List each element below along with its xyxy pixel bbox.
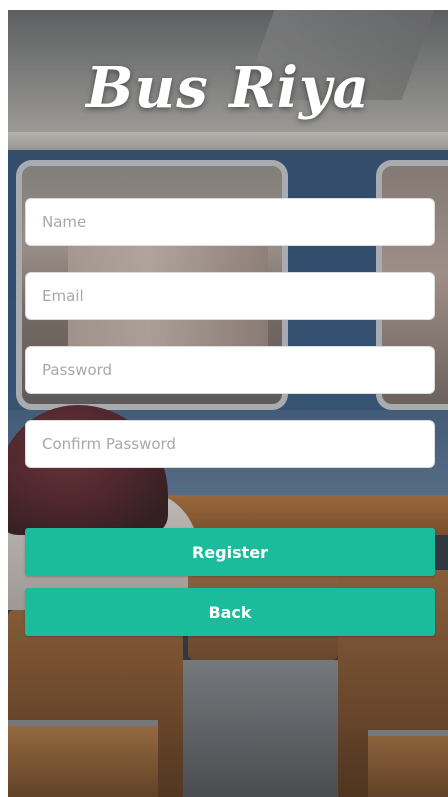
background-aisle	[178, 660, 348, 797]
password-input[interactable]	[25, 346, 435, 394]
background-seat-front-left	[8, 720, 158, 797]
back-button[interactable]: Back	[25, 588, 435, 636]
register-screen: Bus Riya Register Back	[8, 10, 448, 797]
register-button[interactable]: Register	[25, 528, 435, 576]
app-title: Bus Riya	[86, 55, 370, 121]
confirm-password-input[interactable]	[25, 420, 435, 468]
register-form	[25, 198, 435, 494]
background-seat-left	[8, 610, 183, 797]
background-seat-front-right	[368, 730, 448, 797]
name-input[interactable]	[25, 198, 435, 246]
email-input[interactable]	[25, 272, 435, 320]
background-ceiling-trim	[8, 132, 448, 150]
